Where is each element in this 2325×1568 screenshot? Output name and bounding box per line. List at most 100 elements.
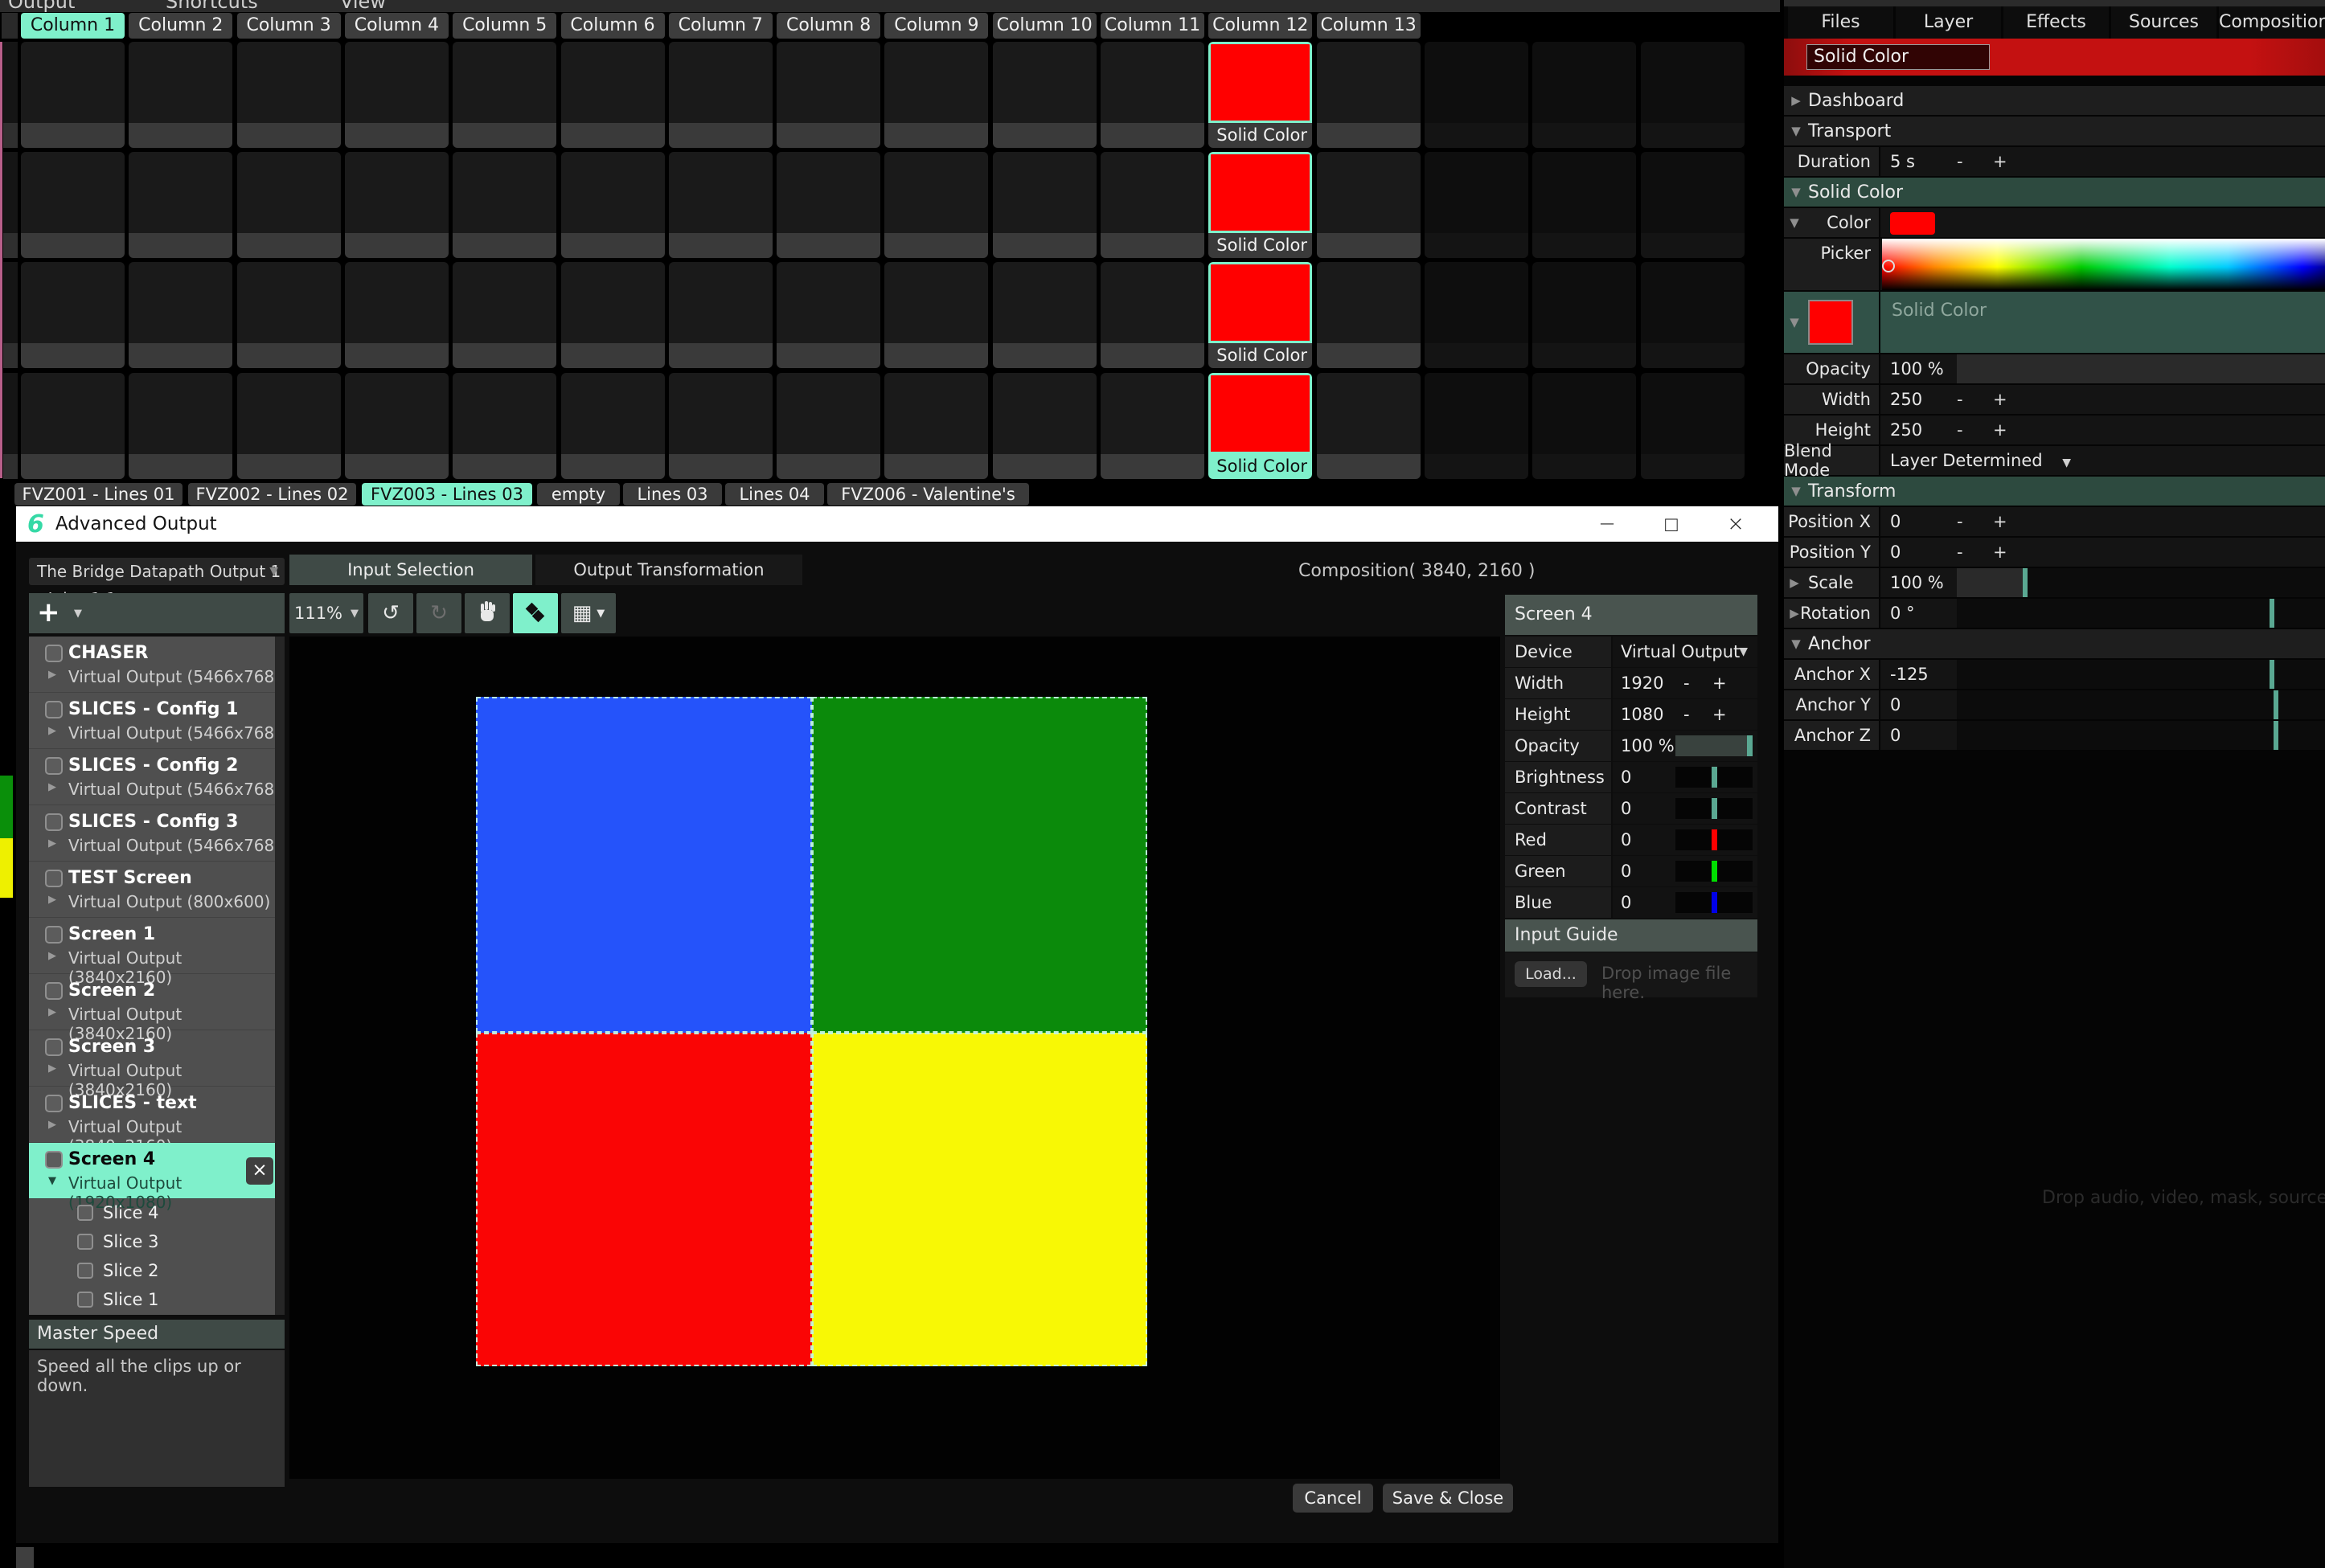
clip-thumbnail[interactable]	[1317, 152, 1421, 233]
clip-thumbnail[interactable]	[777, 262, 880, 343]
clip-thumbnail[interactable]	[1101, 262, 1204, 343]
slice-item[interactable]: Slice 1	[29, 1286, 285, 1315]
pan-tool-button[interactable]	[465, 593, 510, 633]
clip-thumbnail[interactable]	[561, 373, 665, 454]
clip-cell[interactable]	[1532, 42, 1636, 148]
clip-label[interactable]	[777, 123, 880, 148]
rotation-slider[interactable]	[1957, 599, 2325, 628]
clip-cell[interactable]	[884, 373, 988, 479]
clip-cell[interactable]	[1317, 262, 1421, 368]
screen-item[interactable]: Screen 2 ▶ Virtual Output (3840x2160)	[29, 974, 285, 1030]
clip-label[interactable]	[1101, 343, 1204, 368]
clip-thumbnail-red[interactable]	[1208, 42, 1312, 123]
clip-cell[interactable]	[1641, 373, 1745, 479]
clip-label[interactable]	[1317, 343, 1421, 368]
undo-button[interactable]: ↺	[368, 593, 413, 633]
clip-cell[interactable]	[1532, 373, 1636, 479]
clip-thumbnail-red[interactable]	[1208, 262, 1312, 343]
save-close-button[interactable]: Save & Close	[1383, 1484, 1513, 1513]
anchor-z-slider[interactable]	[1957, 721, 2325, 750]
screen-checkbox[interactable]	[45, 1038, 63, 1056]
clip-thumbnail[interactable]	[777, 152, 880, 233]
deck-tab[interactable]: FVZ006 - Valentine's Day	[827, 483, 1029, 506]
clip-label[interactable]	[669, 454, 773, 479]
clip-label[interactable]	[345, 454, 449, 479]
clip-label[interactable]	[669, 233, 773, 258]
tab-composition[interactable]: Composition	[2219, 6, 2325, 39]
minimize-button[interactable]: −	[1589, 512, 1626, 537]
clip-cell[interactable]	[21, 152, 125, 258]
clip-thumbnail[interactable]	[669, 42, 773, 123]
clip-cell[interactable]	[345, 262, 449, 368]
clip-label[interactable]	[453, 123, 556, 148]
clip-thumbnail[interactable]	[345, 42, 449, 123]
column-header[interactable]: Column 9	[884, 13, 988, 39]
clip-thumbnail[interactable]	[884, 373, 988, 454]
clip-label[interactable]	[561, 233, 665, 258]
clip-cell[interactable]	[453, 152, 556, 258]
section-solid-color[interactable]: ▼ Solid Color	[1784, 178, 2325, 207]
deck-tab[interactable]: FVZ002 - Lines 02	[188, 483, 356, 506]
slice-item[interactable]: Slice 3	[29, 1228, 285, 1257]
clip-label[interactable]	[345, 123, 449, 148]
tab-layer[interactable]: Layer	[1896, 6, 2001, 39]
clip-label[interactable]	[21, 454, 125, 479]
slice-quad-green[interactable]	[812, 697, 1147, 1033]
width-value[interactable]: 250 - +	[1880, 385, 2325, 414]
clip-label[interactable]	[884, 343, 988, 368]
clip-thumbnail[interactable]	[21, 262, 125, 343]
clip-label[interactable]	[237, 123, 341, 148]
snap-tool-button[interactable]	[513, 593, 558, 633]
clip-thumbnail[interactable]	[129, 262, 232, 343]
column-header[interactable]: Column 12	[1208, 13, 1312, 39]
clip-cell[interactable]	[777, 373, 880, 479]
clip-thumbnail[interactable]	[669, 373, 773, 454]
clip-cell[interactable]	[993, 373, 1097, 479]
height-value[interactable]: 1080 - +	[1613, 699, 1757, 730]
clip-thumbnail[interactable]	[453, 373, 556, 454]
clip-label[interactable]	[1641, 343, 1745, 368]
slice-item[interactable]: Slice 4	[29, 1199, 285, 1228]
clip-cell[interactable]	[237, 262, 341, 368]
clip-cell[interactable]	[1641, 152, 1745, 258]
clip-thumbnail[interactable]	[129, 42, 232, 123]
clip-thumbnail[interactable]	[1425, 42, 1528, 123]
clip-label[interactable]	[1317, 454, 1421, 479]
clip-label[interactable]	[561, 454, 665, 479]
screen-checkbox[interactable]	[45, 1095, 63, 1112]
clip-label[interactable]: Solid Color	[1208, 233, 1312, 258]
chevron-right-icon[interactable]: ▶	[48, 837, 56, 850]
cancel-button[interactable]: Cancel	[1293, 1484, 1373, 1513]
clip-thumbnail[interactable]	[777, 373, 880, 454]
menu-view[interactable]: View	[340, 0, 386, 12]
clip-label[interactable]	[1425, 343, 1528, 368]
clip-cell[interactable]	[453, 373, 556, 479]
clip-label[interactable]	[1532, 233, 1636, 258]
duration-increment[interactable]: +	[1993, 147, 2007, 176]
clip-thumbnail[interactable]	[237, 262, 341, 343]
color-picker-gradient[interactable]	[1882, 239, 2325, 290]
position-x-decrement[interactable]: -	[1957, 507, 1963, 536]
clip-label[interactable]	[453, 233, 556, 258]
clip-cell[interactable]	[237, 373, 341, 479]
clip-cell[interactable]	[21, 262, 125, 368]
clip-thumbnail[interactable]	[237, 152, 341, 233]
width-value[interactable]: 1920 - +	[1613, 668, 1757, 698]
width-increment[interactable]: +	[1993, 385, 2007, 414]
column-header[interactable]: Column 3	[237, 13, 341, 39]
clip-cell[interactable]	[1101, 262, 1204, 368]
clip-label[interactable]	[1641, 123, 1745, 148]
column-header[interactable]: Column 10	[993, 13, 1097, 39]
clip-thumbnail[interactable]	[345, 152, 449, 233]
clip-label[interactable]	[345, 233, 449, 258]
maximize-button[interactable]: □	[1653, 512, 1690, 537]
clip-cell[interactable]	[561, 152, 665, 258]
red-slider[interactable]	[1675, 829, 1753, 850]
anchor-y-slider[interactable]	[1957, 690, 2325, 719]
clip-cell-solid-color[interactable]: Solid Color	[1208, 373, 1312, 479]
clip-cell[interactable]	[1425, 42, 1528, 148]
clip-label[interactable]	[129, 454, 232, 479]
clip-thumbnail[interactable]	[129, 373, 232, 454]
clip-cell[interactable]	[884, 152, 988, 258]
brightness-slider[interactable]	[1675, 767, 1753, 788]
